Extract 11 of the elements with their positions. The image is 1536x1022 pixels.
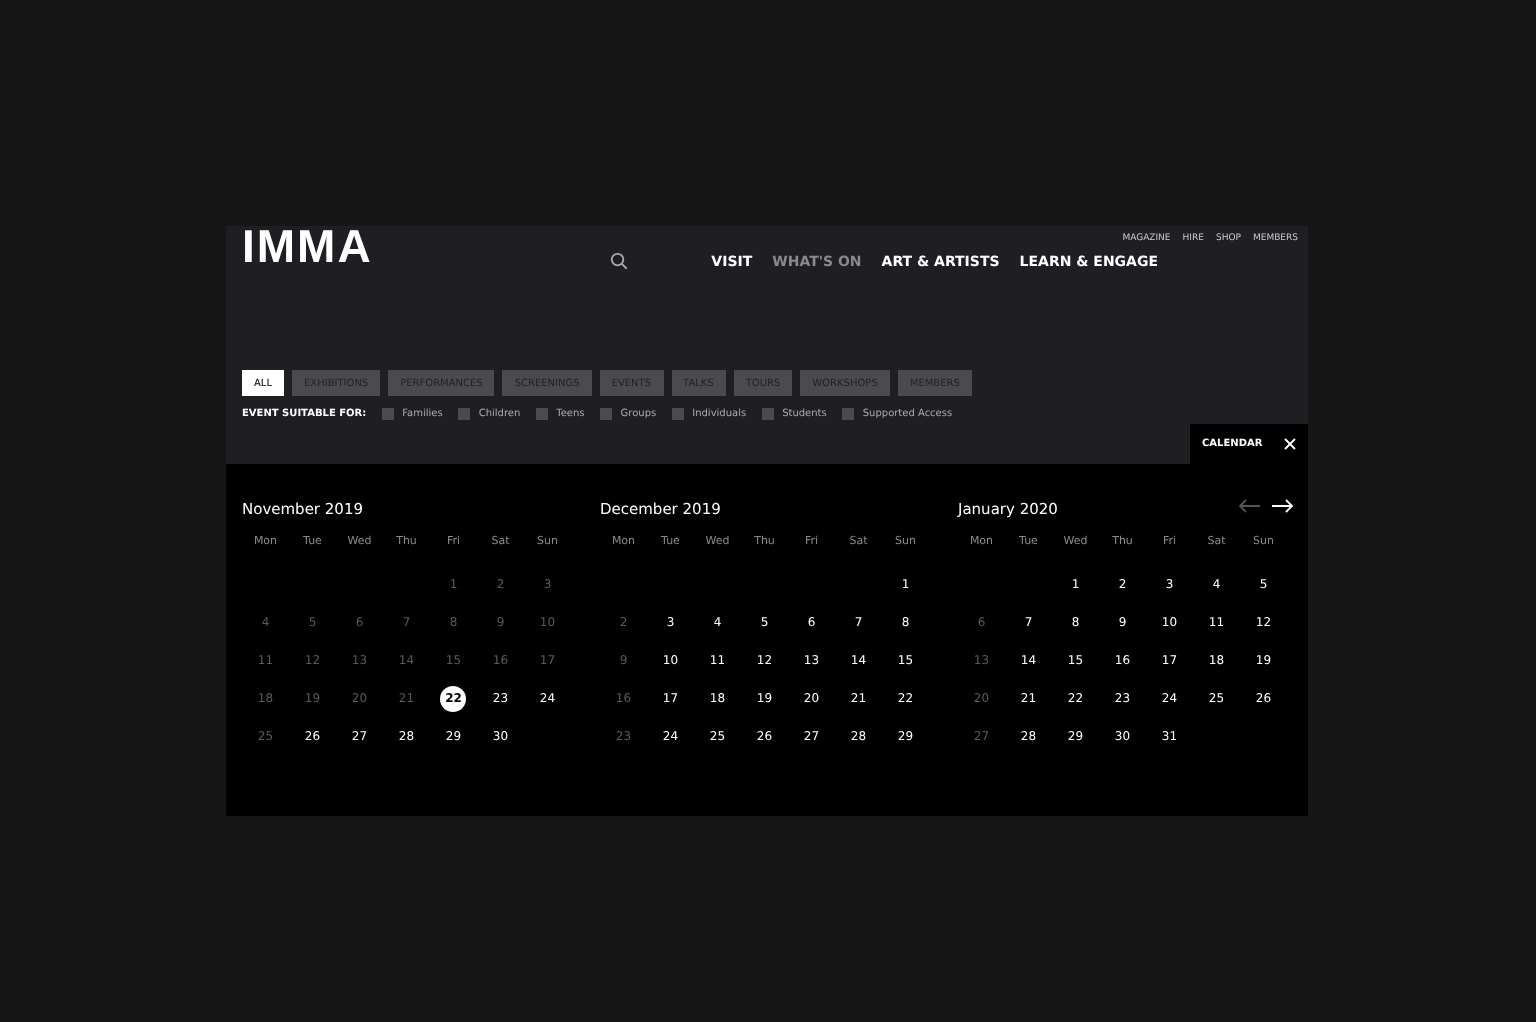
checkbox[interactable] — [382, 408, 395, 420]
right-arrow-icon[interactable] — [1270, 498, 1294, 514]
close-icon[interactable] — [1284, 438, 1296, 450]
checkbox[interactable] — [672, 408, 685, 420]
search-icon[interactable] — [609, 252, 628, 270]
checkbox[interactable] — [536, 408, 549, 420]
checkbox[interactable] — [600, 408, 613, 420]
checkbox[interactable] — [842, 408, 855, 420]
logo[interactable]: IMMA — [242, 222, 373, 270]
checkbox[interactable] — [458, 408, 471, 420]
checkbox[interactable] — [762, 408, 775, 420]
